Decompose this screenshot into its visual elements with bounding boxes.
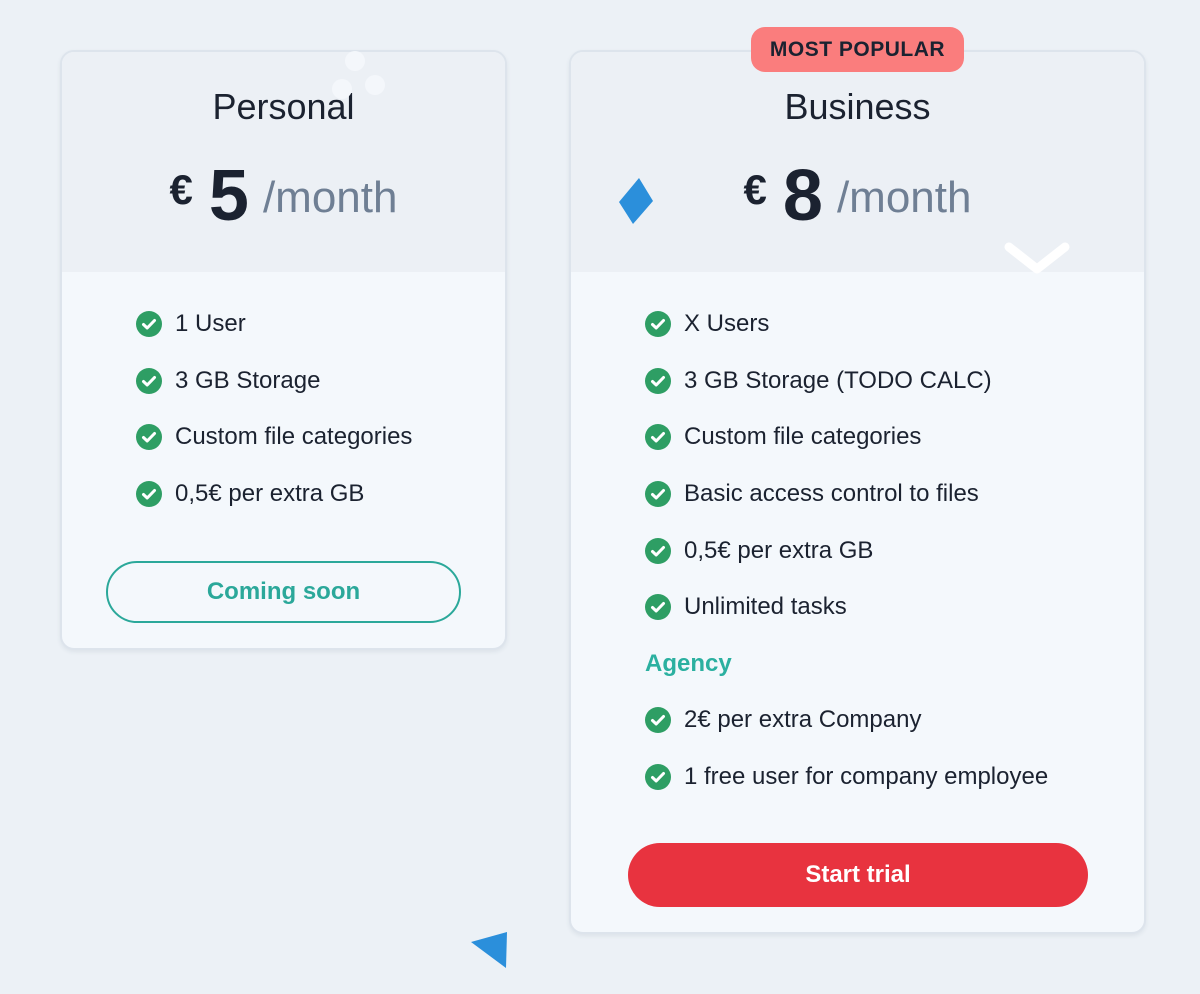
blue-triangle-decoration	[471, 932, 507, 968]
start-trial-button[interactable]: Start trial	[628, 843, 1088, 907]
feature-label: 0,5€ per extra GB	[175, 480, 365, 508]
check-circle-icon	[136, 424, 162, 451]
most-popular-badge: MOST POPULAR	[751, 27, 964, 72]
feature-label: 3 GB Storage	[175, 366, 321, 394]
feature-label: 1 free user for company employee	[684, 763, 1049, 791]
check-circle-icon	[645, 537, 671, 564]
feature-label: 3 GB Storage (TODO CALC)	[684, 366, 992, 394]
chevron-decoration	[1004, 242, 1070, 274]
confetti-dots-decoration	[332, 51, 385, 99]
agency-section-label: Agency	[645, 649, 732, 677]
check-circle-icon	[136, 311, 162, 338]
feature-item: 0,5€ per extra GB	[136, 466, 412, 523]
card-header: Personal € 5 /month	[62, 52, 505, 272]
check-circle-icon	[645, 594, 671, 621]
feature-list: 1 User 3 GB Storage Custom file categori…	[136, 296, 412, 522]
blue-diamond-decoration	[619, 178, 653, 224]
feature-list: X Users 3 GB Storage (TODO CALC) Custom …	[645, 296, 1048, 805]
pricing-card-business: Business € 8 /month X Users 3 GB Storage…	[569, 50, 1146, 934]
feature-label: Custom file categories	[684, 423, 922, 451]
feature-item: Custom file categories	[136, 409, 412, 466]
plan-name: Business	[784, 86, 931, 127]
feature-item: 3 GB Storage (TODO CALC)	[645, 353, 1048, 410]
price-period: /month	[836, 173, 972, 222]
check-circle-icon	[136, 367, 162, 394]
feature-item: Unlimited tasks	[645, 579, 1048, 636]
coming-soon-button[interactable]: Coming soon	[106, 561, 461, 623]
feature-label: 2€ per extra Company	[684, 706, 922, 734]
feature-label: X Users	[684, 310, 770, 338]
check-circle-icon	[645, 424, 671, 451]
feature-item: Custom file categories	[645, 409, 1048, 466]
price-amount: 8	[782, 156, 823, 236]
feature-item: 2€ per extra Company	[645, 692, 1048, 749]
card-header: Business € 8 /month	[571, 52, 1144, 272]
feature-item: 3 GB Storage	[136, 353, 412, 410]
plan-price: € 5 /month	[62, 156, 505, 236]
feature-item: 0,5€ per extra GB	[645, 522, 1048, 579]
feature-label: 1 User	[175, 310, 246, 338]
price-amount: 5	[208, 156, 249, 236]
pricing-card-personal: Personal € 5 /month 1 User 3 GB Storage …	[60, 50, 507, 650]
check-circle-icon	[645, 367, 671, 394]
feature-label: Unlimited tasks	[684, 593, 847, 621]
check-circle-icon	[645, 764, 671, 791]
check-circle-icon	[645, 481, 671, 508]
feature-item: 1 free user for company employee	[645, 749, 1048, 806]
price-currency: €	[169, 166, 193, 213]
feature-item: X Users	[645, 296, 1048, 353]
check-circle-icon	[136, 481, 162, 508]
plan-price: € 8 /month	[571, 156, 1144, 236]
check-circle-icon	[645, 311, 671, 338]
feature-label: 0,5€ per extra GB	[684, 536, 874, 564]
check-circle-icon	[645, 707, 671, 734]
feature-item: 1 User	[136, 296, 412, 353]
feature-item: Basic access control to files	[645, 466, 1048, 523]
price-currency: €	[743, 166, 767, 213]
feature-label: Basic access control to files	[684, 480, 979, 508]
price-period: /month	[262, 173, 398, 222]
plan-name: Personal	[212, 86, 355, 127]
feature-label: Custom file categories	[175, 423, 413, 451]
